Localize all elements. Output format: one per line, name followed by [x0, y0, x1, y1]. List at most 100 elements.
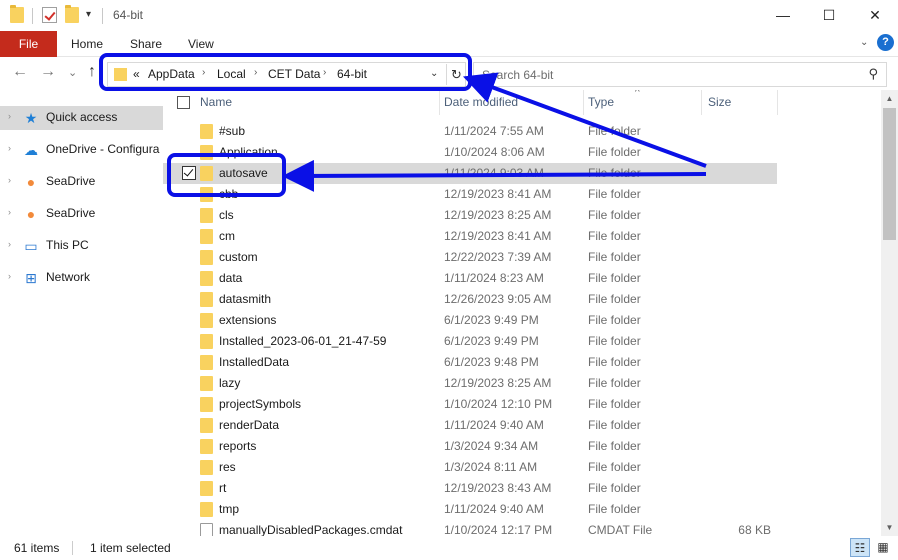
forward-button[interactable]: → — [40, 63, 56, 81]
vertical-scrollbar[interactable]: ▲ ▼ — [881, 90, 898, 536]
select-all-checkbox[interactable] — [177, 96, 190, 109]
ribbon-expand-icon[interactable]: ⌄ — [860, 37, 868, 48]
expand-icon[interactable]: › — [8, 239, 11, 249]
back-button[interactable]: ← — [12, 63, 28, 81]
column-divider[interactable] — [701, 90, 702, 115]
address-dropdown-icon[interactable]: ⌄ — [430, 68, 438, 79]
minimize-button[interactable]: — — [760, 0, 806, 31]
sidebar-item-onedrive[interactable]: › ☁ OneDrive - Configura — [0, 138, 163, 162]
column-header-type[interactable]: Type — [588, 90, 614, 115]
qat-dropdown-icon[interactable]: ▾ — [86, 9, 91, 20]
date-modified: 1/3/2024 8:11 AM — [444, 460, 538, 474]
table-row[interactable]: datasmith 12/26/2023 9:05 AM File folder — [163, 289, 777, 310]
table-row[interactable]: lazy 12/19/2023 8:25 AM File folder — [163, 373, 777, 394]
sidebar-item-this-pc[interactable]: › ▭ This PC — [0, 234, 163, 258]
breadcrumb-appdata[interactable]: AppData — [148, 67, 195, 81]
file-name: cbb — [219, 187, 239, 201]
table-row[interactable]: Application 1/10/2024 8:06 AM File folder — [163, 142, 777, 163]
table-row[interactable]: data 1/11/2024 8:23 AM File folder — [163, 268, 777, 289]
maximize-button[interactable]: ☐ — [806, 0, 852, 31]
address-bar[interactable]: « AppData › Local › CET Data › 64-bit ⌄ … — [107, 62, 466, 87]
table-row[interactable]: projectSymbols 1/10/2024 12:10 PM File fol… — [163, 394, 777, 415]
large-icons-view-button[interactable]: ▦ — [873, 538, 893, 557]
scroll-thumb[interactable] — [883, 108, 896, 240]
tab-file[interactable]: File — [0, 31, 57, 57]
chevron-right-icon[interactable]: › — [202, 67, 205, 78]
file-type: File folder — [588, 376, 641, 390]
table-row[interactable]: renderData 1/11/2024 9:40 AM File folder — [163, 415, 777, 436]
up-button[interactable]: ↑ — [88, 63, 96, 81]
sidebar-item-label: Network — [46, 270, 91, 284]
recent-locations-button[interactable]: ⌄ — [68, 66, 77, 79]
column-header-name[interactable]: Name — [200, 90, 232, 115]
table-row[interactable]: manuallyDisabledPackages.cmdat 1/10/2024 … — [163, 520, 777, 536]
table-row[interactable]: custom 12/22/2023 7:39 AM File folder — [163, 247, 777, 268]
tab-share[interactable]: Share — [130, 31, 162, 57]
folder-icon — [200, 208, 213, 223]
table-row[interactable]: cls 12/19/2023 8:25 AM File folder — [163, 205, 777, 226]
tab-home[interactable]: Home — [71, 31, 103, 57]
column-divider[interactable] — [439, 90, 440, 115]
file-size: 68 KB — [738, 523, 771, 536]
table-row[interactable]: InstalledData 6/1/2023 9:48 PM File folder — [163, 352, 777, 373]
selection-count: 1 item selected — [90, 541, 171, 555]
file-name: renderData — [219, 418, 280, 432]
scroll-up-button[interactable]: ▲ — [881, 90, 898, 107]
chevron-right-icon[interactable]: › — [254, 67, 257, 78]
status-divider — [72, 541, 73, 555]
search-input[interactable]: Search 64-bit ⚲ — [473, 62, 887, 87]
file-type: File folder — [588, 145, 641, 159]
details-view-button[interactable]: ☷ — [850, 538, 870, 557]
table-row[interactable]: rt 12/19/2023 8:43 AM File folder — [163, 478, 777, 499]
file-type: File folder — [588, 313, 641, 327]
new-folder-icon[interactable] — [65, 5, 79, 23]
breadcrumb-local[interactable]: Local — [217, 67, 246, 81]
column-header-date[interactable]: Date modified — [444, 90, 518, 115]
table-row[interactable]: cbb 12/19/2023 8:41 AM File folder — [163, 184, 777, 205]
date-modified: 12/22/2023 7:39 AM — [444, 250, 552, 264]
table-row[interactable]: autosave 1/11/2024 9:03 AM File folder — [163, 163, 777, 184]
breadcrumb-cet-data[interactable]: CET Data — [268, 67, 320, 81]
sidebar-item-label: Quick access — [46, 110, 118, 124]
chevron-right-icon[interactable]: › — [323, 67, 326, 78]
table-row[interactable]: tmp 1/11/2024 9:40 AM File folder — [163, 499, 777, 520]
column-header-size[interactable]: Size — [708, 90, 731, 115]
folder-icon — [200, 397, 213, 412]
file-type: File folder — [588, 208, 641, 222]
file-name: lazy — [219, 376, 241, 390]
close-button[interactable]: ✕ — [852, 0, 898, 31]
expand-icon[interactable]: › — [8, 143, 11, 153]
folder-icon — [200, 250, 213, 265]
navigation-pane: › ★ Quick access › ☁ OneDrive - Configur… — [0, 90, 163, 536]
table-row[interactable]: extensions 6/1/2023 9:49 PM File folder — [163, 310, 777, 331]
scroll-down-button[interactable]: ▼ — [881, 519, 898, 536]
breadcrumb-overflow[interactable]: « — [133, 67, 140, 81]
expand-icon[interactable]: › — [8, 111, 11, 121]
file-name: projectSymbols — [219, 397, 302, 411]
table-row[interactable]: reports 1/3/2024 9:34 AM File folder — [163, 436, 777, 457]
sidebar-item-quick-access[interactable]: › ★ Quick access — [0, 106, 163, 130]
properties-icon[interactable] — [42, 7, 57, 23]
ribbon-tabs: File Home Share View ⌄ ? — [0, 31, 898, 57]
table-row[interactable]: res 1/3/2024 8:11 AM File folder — [163, 457, 777, 478]
table-row[interactable]: cm 12/19/2023 8:41 AM File folder — [163, 226, 777, 247]
refresh-icon[interactable]: ↻ — [446, 64, 466, 85]
column-divider[interactable] — [583, 90, 584, 115]
sidebar-item-network[interactable]: › ⊞ Network — [0, 266, 163, 290]
date-modified: 12/19/2023 8:25 AM — [444, 208, 552, 222]
expand-icon[interactable]: › — [8, 207, 11, 217]
breadcrumb-64-bit[interactable]: 64-bit — [337, 67, 367, 81]
file-type: File folder — [588, 187, 641, 201]
file-name: extensions — [219, 313, 277, 327]
tab-view[interactable]: View — [188, 31, 214, 57]
date-modified: 1/10/2024 8:06 AM — [444, 145, 545, 159]
table-row[interactable]: #sub 1/11/2024 7:55 AM File folder — [163, 121, 777, 142]
expand-icon[interactable]: › — [8, 271, 11, 281]
expand-icon[interactable]: › — [8, 175, 11, 185]
column-divider[interactable] — [777, 90, 778, 115]
row-checkbox[interactable] — [182, 166, 196, 180]
sidebar-item-seadrive[interactable]: › ● SeaDrive — [0, 170, 163, 194]
table-row[interactable]: Installed_2023-06-01_21-47-59 6/1/2023 9:… — [163, 331, 777, 352]
sidebar-item-seadrive[interactable]: › ● SeaDrive — [0, 202, 163, 226]
help-icon[interactable]: ? — [877, 34, 894, 51]
